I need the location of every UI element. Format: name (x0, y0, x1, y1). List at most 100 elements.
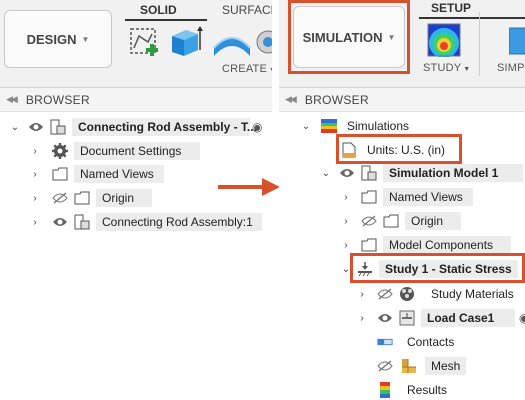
chevron-down-icon: ▼ (463, 66, 471, 73)
tree-label-model-components: Model Components (383, 236, 511, 254)
design-workspace-pane: DESIGN ▼ SOLID SURFACE (0, 0, 272, 400)
tree-label-load-case: Load Case1 (421, 309, 515, 327)
eye-hidden-icon[interactable] (377, 286, 393, 302)
radio-icon[interactable]: ◉ (252, 120, 262, 134)
tree-label-origin: Origin (96, 189, 152, 207)
solid-group-underline (125, 19, 207, 21)
browser-header: ◀◀ BROWSER (0, 88, 272, 112)
folder-icon (74, 190, 90, 206)
highlight-study-1 (350, 253, 525, 283)
tree-label-study-materials: Study Materials (431, 287, 514, 301)
setup-group-underline (419, 17, 525, 19)
tree-row-origin[interactable]: › Origin (30, 187, 152, 209)
mesh-icon (401, 358, 417, 374)
collapse-panel-icon[interactable]: ◀◀ (285, 94, 297, 105)
chevron-down-icon: ▼ (81, 34, 90, 44)
tree-row-component[interactable]: › Connecting Rod Assembly:1 (30, 211, 262, 233)
chevron-right-icon[interactable]: › (30, 217, 40, 228)
chevron-right-icon[interactable]: › (357, 289, 367, 300)
simulation-workspace-pane: SIMULATION ▼ SETUP STUDY ▼ SIMP ◀◀ BROWS… (279, 0, 525, 400)
highlight-simulation-button (288, 0, 410, 74)
browser-title: BROWSER (304, 92, 369, 107)
chevron-right-icon[interactable]: › (30, 169, 40, 180)
create-dropdown[interactable]: CREATE▼ (222, 63, 272, 75)
simulations-icon (321, 118, 337, 134)
chevron-down-icon[interactable]: ⌄ (301, 121, 311, 132)
eye-icon[interactable] (28, 119, 44, 135)
create-sketch-icon[interactable] (128, 26, 162, 65)
surface-group-title: SURFACE (222, 3, 272, 17)
assembly-icon (50, 119, 66, 135)
chevron-down-icon: ▼ (269, 67, 272, 74)
new-study-icon[interactable] (427, 23, 461, 62)
tree-row-simulation-model[interactable]: ⌄ Simulation Model 1 (321, 162, 523, 184)
surface-revolve-icon[interactable] (212, 26, 252, 63)
eye-hidden-icon[interactable] (377, 358, 393, 374)
eye-icon[interactable] (339, 165, 355, 181)
tree-label-simulation-model: Simulation Model 1 (383, 164, 523, 182)
browser-title: BROWSER (25, 92, 90, 107)
chevron-down-icon[interactable]: ⌄ (10, 122, 20, 133)
create-dropdown-label: CREATE (222, 63, 268, 75)
materials-icon (399, 286, 415, 302)
browser-header: ◀◀ BROWSER (279, 88, 525, 112)
chevron-right-icon[interactable]: › (30, 193, 40, 204)
eye-hidden-icon[interactable] (361, 213, 377, 229)
tree-label-contacts: Contacts (407, 335, 455, 349)
transition-arrow-icon (218, 178, 280, 196)
tree-row-document-settings[interactable]: › Document Settings (30, 140, 200, 162)
tree-label-root-assembly: Connecting Rod Assembly - T... (72, 118, 257, 136)
tree-row-named-views[interactable]: › Named Views (30, 163, 164, 185)
folder-icon (361, 237, 377, 253)
tree-label-named-views: Named Views (383, 188, 473, 206)
chevron-down-icon[interactable]: ⌄ (321, 168, 331, 179)
simplify-icon[interactable] (508, 26, 525, 61)
tree-label-results: Results (407, 383, 448, 397)
tree-label-mesh: Mesh (425, 357, 467, 375)
eye-icon[interactable] (52, 214, 68, 230)
eye-hidden-icon[interactable] (52, 190, 68, 206)
tree-label-document-settings: Document Settings (74, 142, 200, 160)
gear-icon (52, 143, 68, 159)
folder-icon (52, 166, 68, 182)
tree-label-component: Connecting Rod Assembly:1 (96, 213, 262, 231)
model-icon (361, 165, 377, 181)
folder-icon (383, 213, 399, 229)
chevron-right-icon[interactable]: › (341, 240, 351, 251)
chevron-right-icon[interactable]: › (30, 146, 40, 157)
tree-row-study-materials[interactable]: › Study Materials (357, 283, 520, 305)
study-dropdown-label: STUDY (423, 62, 462, 74)
tree-label-named-views: Named Views (74, 165, 164, 183)
study-dropdown[interactable]: STUDY ▼ (423, 62, 470, 74)
toolbar-divider (479, 12, 480, 76)
radio-icon[interactable]: ◉ (519, 311, 525, 325)
chevron-right-icon[interactable]: › (341, 192, 351, 203)
collapse-panel-icon[interactable]: ◀◀ (6, 94, 18, 105)
design-workspace-label: DESIGN (26, 31, 77, 47)
chevron-right-icon[interactable]: › (357, 313, 367, 324)
chevron-right-icon[interactable]: › (341, 216, 351, 227)
tree-row-mesh[interactable]: Mesh (377, 355, 467, 377)
load-case-icon (399, 310, 415, 326)
highlight-units (336, 134, 462, 164)
solid-group-title: SOLID (140, 3, 177, 17)
tree-row-origin[interactable]: › Origin (341, 210, 461, 232)
results-icon (377, 382, 393, 398)
tree-row-load-case[interactable]: › Load Case1 ◉ (357, 307, 525, 329)
tree-row-contacts[interactable]: Contacts (377, 331, 460, 353)
design-workspace-button[interactable]: DESIGN ▼ (4, 10, 112, 68)
tree-label-simulations: Simulations (347, 119, 410, 133)
surface-patch-icon[interactable] (254, 28, 272, 61)
tree-row-results[interactable]: Results (377, 379, 453, 400)
design-toolbar: DESIGN ▼ SOLID SURFACE (0, 0, 272, 88)
contacts-icon (377, 334, 393, 350)
eye-icon[interactable] (377, 310, 393, 326)
tree-row-root-assembly[interactable]: ⌄ Connecting Rod Assembly - T... ◉ (10, 116, 262, 138)
tree-label-origin: Origin (405, 212, 461, 230)
setup-group-title: SETUP (431, 1, 472, 15)
component-icon (74, 214, 90, 230)
tree-row-named-views[interactable]: › Named Views (341, 186, 473, 208)
simplify-label[interactable]: SIMP (497, 62, 525, 74)
folder-icon (361, 189, 377, 205)
extrude-icon[interactable] (168, 24, 204, 65)
